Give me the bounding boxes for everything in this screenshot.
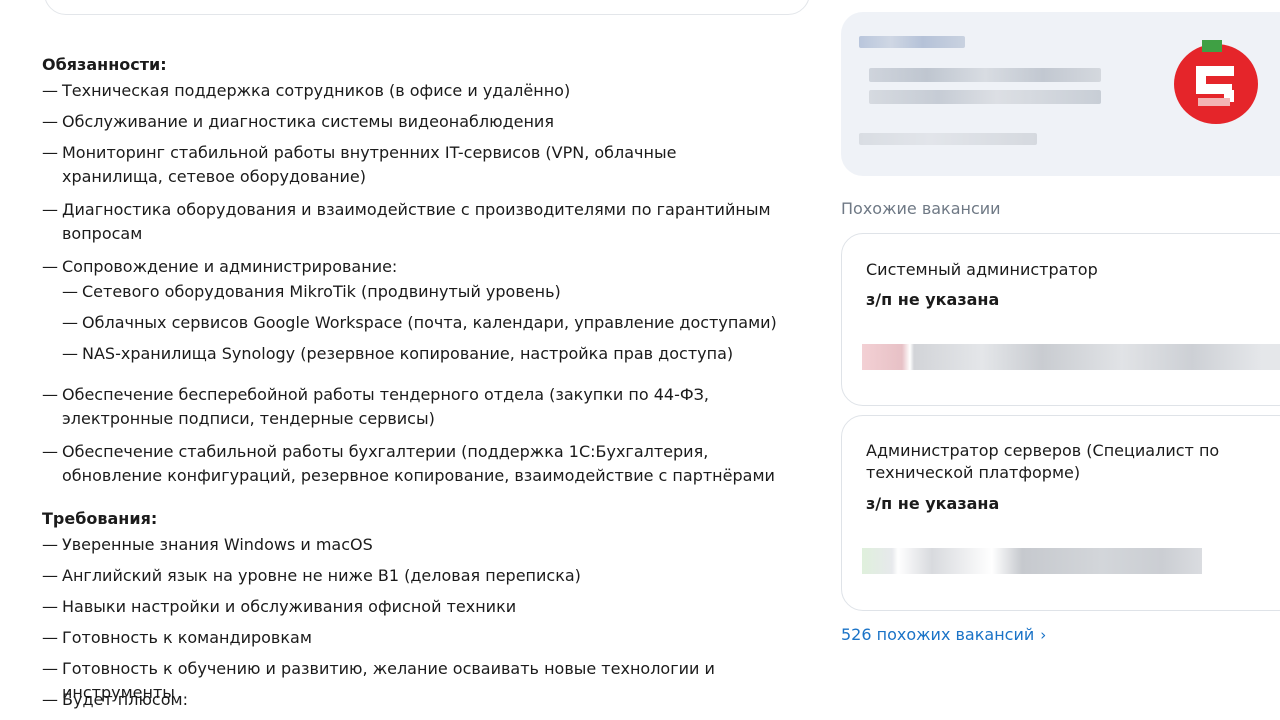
dash-icon: — [42, 659, 58, 678]
employer-info-blurred [869, 90, 1101, 104]
previous-card-edge [44, 0, 810, 15]
duty-item: — Диагностика оборудования и взаимодейст… [42, 200, 771, 243]
dash-icon: — [42, 112, 58, 131]
vacancy-company-blurred [862, 344, 1280, 370]
vacancy-title[interactable]: Администратор серверов (Специалист по те… [866, 440, 1226, 484]
employer-logo-icon [1174, 40, 1258, 124]
dash-icon: — [42, 566, 58, 585]
duties-title: Обязанности: [42, 55, 167, 74]
employer-info-blurred [869, 68, 1101, 82]
dash-icon: — [42, 442, 58, 461]
similar-vacancies-header: Похожие вакансии [841, 199, 1001, 218]
dash-icon: — [42, 143, 58, 162]
similar-vacancy-card[interactable]: Системный администратор з/п не указана [841, 233, 1280, 406]
employer-meta-blurred [859, 133, 1037, 145]
dash-icon: — [42, 385, 58, 404]
vacancy-company-blurred [862, 548, 1202, 574]
similar-vacancy-card[interactable]: Администратор серверов (Специалист по те… [841, 415, 1280, 611]
duty-item: — Мониторинг стабильной работы внутренни… [42, 143, 677, 186]
vacancy-salary: з/п не указана [866, 290, 1000, 309]
dash-icon: — [42, 535, 58, 554]
requirement-item: — Навыки настройки и обслуживания офисно… [42, 595, 812, 619]
dash-icon: — [42, 628, 58, 647]
dash-icon: — [42, 690, 58, 709]
more-similar-vacancies-link[interactable]: 526 похожих вакансий › [841, 625, 1046, 644]
duty-item: — Обеспечение стабильной работы бухгалте… [42, 442, 775, 485]
requirement-item: — Будет плюсом: [42, 688, 812, 712]
vacancy-title[interactable]: Системный администратор [866, 259, 1226, 281]
dash-icon: — [62, 313, 78, 332]
dash-icon: — [62, 344, 78, 363]
dash-icon: — [62, 282, 78, 301]
duty-item: — Сопровождение и администрирование: [42, 255, 812, 279]
employer-name-blurred [859, 36, 965, 48]
admin-sub-item: — NAS-хранилища Synology (резервное копи… [42, 342, 812, 366]
vacancy-salary: з/п не указана [866, 494, 1000, 513]
employer-card[interactable] [841, 12, 1280, 176]
requirement-item: — Английский язык на уровне не ниже B1 (… [42, 564, 812, 588]
duty-item: — Обслуживание и диагностика системы вид… [42, 110, 812, 134]
requirement-item: — Готовность к командировкам [42, 626, 812, 650]
duty-item: — Обеспечение бесперебойной работы тенде… [42, 385, 709, 428]
dash-icon: — [42, 257, 58, 276]
admin-sub-item: — Облачных сервисов Google Workspace (по… [42, 311, 812, 335]
dash-icon: — [42, 200, 58, 219]
dash-icon: — [42, 81, 58, 100]
requirement-item: — Уверенные знания Windows и macOS [42, 533, 812, 557]
requirements-title: Требования: [42, 509, 158, 528]
dash-icon: — [42, 597, 58, 616]
admin-sub-item: — Сетевого оборудования MikroTik (продви… [42, 280, 812, 304]
chevron-right-icon: › [1040, 626, 1047, 644]
duty-item: — Техническая поддержка сотрудников (в о… [42, 79, 812, 103]
